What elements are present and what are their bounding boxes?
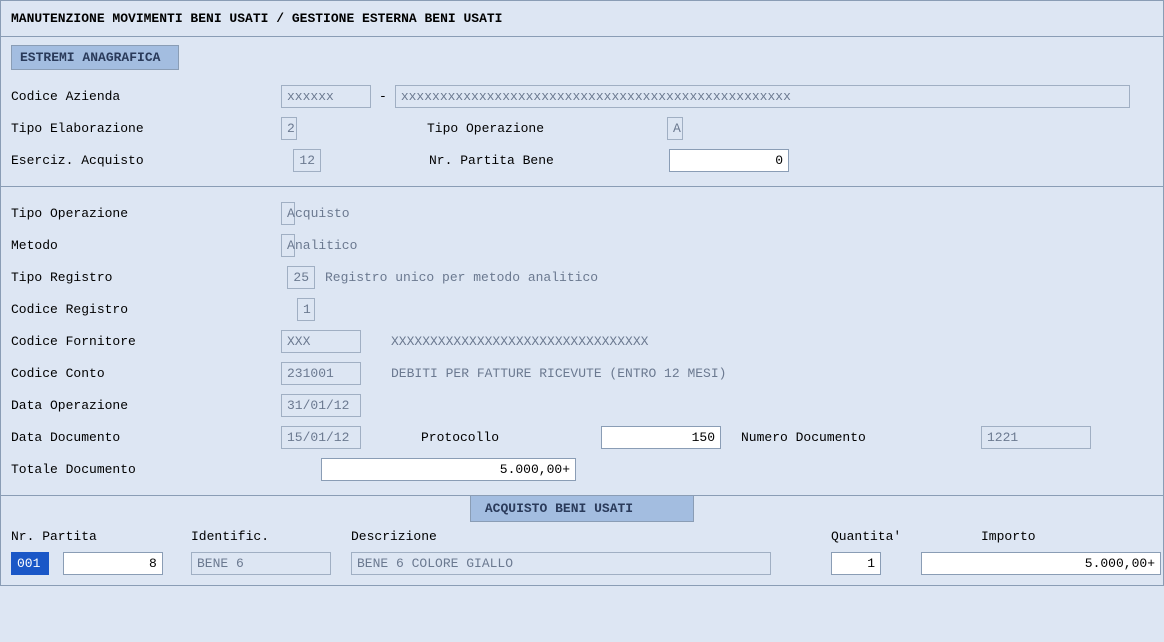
label-totale-documento: Totale Documento [11, 462, 281, 477]
section-header-anagrafica: ESTREMI ANAGRAFICA [11, 45, 179, 70]
label-codice-conto: Codice Conto [11, 366, 281, 381]
field-codice-fornitore[interactable]: XXX [281, 330, 361, 353]
field-identific-row[interactable]: BENE 6 [191, 552, 331, 575]
field-data-operazione[interactable]: 31/01/12 [281, 394, 361, 417]
label-protocollo: Protocollo [421, 430, 601, 445]
col-header-nr-partita: Nr. Partita [11, 529, 191, 544]
label-data-documento: Data Documento [11, 430, 281, 445]
label-nr-partita-bene: Nr. Partita Bene [419, 153, 589, 168]
label-data-operazione: Data Operazione [11, 398, 281, 413]
field-eserciz-acquisto[interactable]: 12 [293, 149, 321, 172]
field-nr-partita-bene[interactable] [669, 149, 789, 172]
field-totale-documento[interactable] [321, 458, 576, 481]
field-numero-documento[interactable]: 1221 [981, 426, 1091, 449]
label-tipo-elaborazione: Tipo Elaborazione [11, 121, 281, 136]
label-tipo-operazione-1: Tipo Operazione [417, 121, 587, 136]
label-eserciz-acquisto: Eserciz. Acquisto [11, 153, 281, 168]
field-descrizione-row[interactable]: BENE 6 COLORE GIALLO [351, 552, 771, 575]
separator-dash: - [379, 89, 387, 104]
field-metodo[interactable]: A [281, 234, 295, 257]
label-codice-fornitore: Codice Fornitore [11, 334, 281, 349]
page-title: MANUTENZIONE MOVIMENTI BENI USATI / GEST… [1, 11, 1163, 36]
field-tipo-registro[interactable]: 25 [287, 266, 315, 289]
field-protocollo[interactable] [601, 426, 721, 449]
field-quantita-row[interactable] [831, 552, 881, 575]
field-codice-azienda-desc: xxxxxxxxxxxxxxxxxxxxxxxxxxxxxxxxxxxxxxxx… [395, 85, 1130, 108]
label-metodo: Metodo [11, 238, 281, 253]
field-nr-partita-sel[interactable] [11, 552, 49, 575]
field-tipo-operazione-1[interactable]: A [667, 117, 683, 140]
field-codice-conto[interactable]: 231001 [281, 362, 361, 385]
label-tipo-operazione-2: Tipo Operazione [11, 206, 281, 221]
field-codice-azienda[interactable]: xxxxxx [281, 85, 371, 108]
col-header-importo: Importo [911, 529, 1111, 544]
col-header-descrizione: Descrizione [351, 529, 791, 544]
desc-metodo: nalitico [295, 238, 357, 253]
desc-codice-fornitore: XXXXXXXXXXXXXXXXXXXXXXXXXXXXXXXXX [391, 334, 648, 349]
label-numero-documento: Numero Documento [741, 430, 981, 445]
table-row: BENE 6 BENE 6 COLORE GIALLO [1, 550, 1163, 585]
field-importo-row[interactable] [921, 552, 1161, 575]
desc-codice-conto: DEBITI PER FATTURE RICEVUTE (ENTRO 12 ME… [391, 366, 726, 381]
tab-acquisto-beni-usati[interactable]: ACQUISTO BENI USATI [470, 495, 694, 522]
field-tipo-elaborazione[interactable]: 2 [281, 117, 297, 140]
desc-tipo-registro: Registro unico per metodo analitico [325, 270, 598, 285]
field-codice-registro[interactable]: 1 [297, 298, 315, 321]
field-nr-partita-row[interactable] [63, 552, 163, 575]
desc-tipo-operazione: cquisto [295, 206, 350, 221]
label-tipo-registro: Tipo Registro [11, 270, 281, 285]
label-codice-registro: Codice Registro [11, 302, 281, 317]
field-data-documento[interactable]: 15/01/12 [281, 426, 361, 449]
col-header-identific: Identific. [191, 529, 351, 544]
col-header-quantita: Quantita' [791, 529, 911, 544]
field-tipo-operazione-2[interactable]: A [281, 202, 295, 225]
label-codice-azienda: Codice Azienda [11, 89, 281, 104]
